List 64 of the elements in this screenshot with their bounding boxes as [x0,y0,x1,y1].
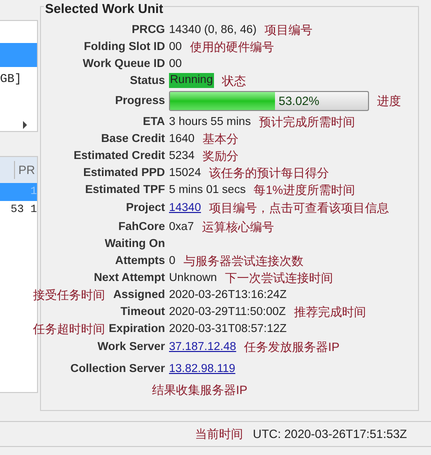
field-label: Waiting On [104,236,165,252]
link[interactable]: 37.187.12.48 [169,339,236,355]
field-label: Estimated Credit [74,148,165,164]
value-text: 14340 (0, 86, 46) [169,22,257,38]
field-label: FahCore [118,220,165,234]
field-label: Project [126,201,165,216]
link[interactable]: 13.82.98.119 [169,361,236,377]
field-label: Assigned [113,288,165,302]
field-label: Collection Server [70,362,165,377]
annotation: 奖励分 [202,148,239,164]
list-row[interactable]: GB] [0,67,37,91]
table-row[interactable]: 53 1 [0,201,37,219]
annotation: 使用的硬件编号 [190,38,274,54]
annotation: 任务超时时间 [33,320,105,336]
annotation: 进度 [377,93,401,109]
field-label: Status [130,74,165,88]
value-text: 3 hours 55 mins [169,114,251,130]
annotation: 任务发放服务器IP [244,339,340,355]
field-label: PRCG [132,22,165,38]
field-label: Base Credit [101,132,165,146]
value-text: 00 [169,40,182,54]
field-label: ETA [142,114,165,130]
annotation: 该任务的预计每日得分 [208,164,329,180]
value-text: 0 [169,254,176,268]
value-text: 00 [169,56,182,72]
field-label: Estimated TPF [85,182,165,198]
field-label: Work Queue ID [82,56,165,72]
annotation: 状态 [222,72,246,88]
status-value: Running [169,73,214,88]
row-text: GB] [0,71,22,88]
value-text: 5234 [169,148,195,164]
scroll-right-icon[interactable] [23,121,27,129]
field-label: Expiration [108,322,165,336]
field-label: Timeout [120,304,165,320]
annotation: 结果收集服务器IP [152,383,248,397]
field-label: Attempts [115,254,165,268]
value-text: 2020-03-26T13:16:24Z [169,288,287,302]
annotation: 每1%进度所需时间 [254,182,356,198]
annotation: 当前时间 [194,426,243,443]
annotation: 项目编号，点击可查看该项目信息 [208,200,389,216]
value-text: 15024 [169,166,201,180]
value-text: 2020-03-29T11:50:00Z [169,304,286,320]
annotation: 推荐完成时间 [294,304,366,320]
field-label: Estimated PPD [83,166,165,180]
field-label: Next Attempt [94,270,165,286]
group-title: Selected Work Unit [44,2,164,15]
value-text: 0xa7 [169,220,194,234]
value-text: 1640 [169,132,195,146]
value-text: 2020-03-31T08:57:12Z [169,322,287,336]
utc-time: UTC: 2020-03-26T17:51:53Z [252,426,407,443]
annotation: 项目编号 [264,22,313,38]
annotation: 预计完成所需时间 [258,114,355,130]
annotation: 下一次尝试连接时间 [224,270,333,286]
annotation: 运算核心编号 [202,218,274,234]
progress-percent: 53.02% [278,93,320,110]
value-text: Unknown [169,270,217,286]
annotation: 基本分 [202,130,239,146]
value-text: 5 mins 01 secs [169,182,246,198]
annotation: 接受任务时间 [33,286,105,302]
link[interactable]: 14340 [169,200,201,216]
field-label: Progress [115,94,165,109]
field-label: Work Server [97,340,165,355]
annotation: 与服务器尝试连接次数 [183,252,304,268]
field-label: Folding Slot ID [84,40,165,54]
